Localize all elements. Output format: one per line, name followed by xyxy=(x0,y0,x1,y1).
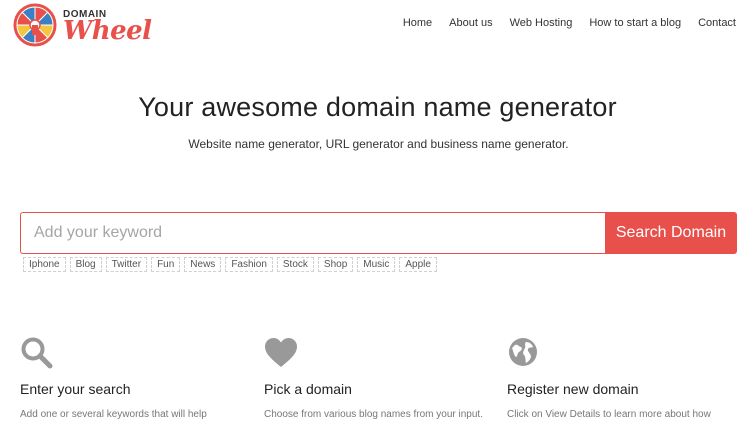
tag-fashion[interactable]: Fashion xyxy=(225,257,273,272)
nav-contact[interactable]: Contact xyxy=(698,17,736,29)
site-logo[interactable]: DOMAIN Wheel xyxy=(13,3,153,47)
logo-main-word: Wheel xyxy=(63,16,152,46)
wheel-logo-icon xyxy=(13,3,57,47)
tag-twitter[interactable]: Twitter xyxy=(105,257,148,272)
nav-home[interactable]: Home xyxy=(403,17,432,29)
main-nav: Home About us Web Hosting How to start a… xyxy=(403,17,736,29)
feature-text: Choose from various blog names from your… xyxy=(264,409,483,420)
feature-title: Register new domain xyxy=(507,381,639,397)
tag-stock[interactable]: Stock xyxy=(276,257,314,272)
page-title: Your awesome domain name generator xyxy=(138,92,617,122)
feature-register-domain: Register new domain Click on View Detail… xyxy=(507,336,747,422)
tag-music[interactable]: Music xyxy=(357,257,396,272)
search-bar: Search Domain xyxy=(20,212,737,254)
feature-title: Enter your search xyxy=(20,381,131,397)
heart-icon xyxy=(265,338,297,367)
feature-text: Click on View Details to learn more abou… xyxy=(507,409,711,420)
feature-text: Add one or several keywords that will he… xyxy=(20,409,207,420)
nav-start-blog[interactable]: How to start a blog xyxy=(589,17,681,29)
keyword-suggestions: Iphone Blog Twitter Fun News Fashion Sto… xyxy=(23,257,437,272)
search-domain-button[interactable]: Search Domain xyxy=(605,212,737,254)
tag-news[interactable]: News xyxy=(184,257,222,272)
tag-fun[interactable]: Fun xyxy=(151,257,181,272)
feature-pick-domain: Pick a domain Choose from various blog n… xyxy=(264,336,504,422)
tag-shop[interactable]: Shop xyxy=(317,257,354,272)
search-icon xyxy=(21,337,53,369)
page-subtitle: Website name generator, URL generator an… xyxy=(188,137,569,151)
site-header: DOMAIN Wheel Home About us Web Hosting H… xyxy=(0,0,750,50)
tag-iphone[interactable]: Iphone xyxy=(23,257,66,272)
feature-enter-search: Enter your search Add one or several key… xyxy=(20,336,260,422)
tag-apple[interactable]: Apple xyxy=(399,257,437,272)
tag-blog[interactable]: Blog xyxy=(69,257,102,272)
nav-about-us[interactable]: About us xyxy=(449,17,492,29)
feature-title: Pick a domain xyxy=(264,381,352,397)
keyword-input[interactable] xyxy=(20,212,605,254)
nav-web-hosting[interactable]: Web Hosting xyxy=(510,17,573,29)
globe-icon xyxy=(509,338,537,366)
